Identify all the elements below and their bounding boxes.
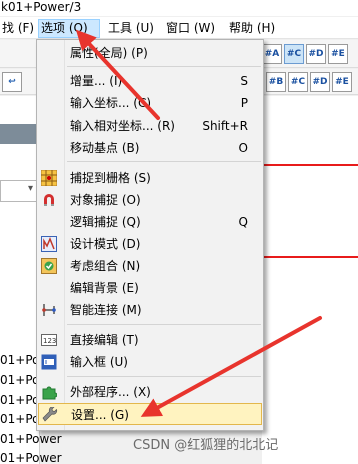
arrow-to-settings	[140, 316, 322, 417]
arrow-to-options-menu	[75, 29, 160, 120]
annotation-arrows	[75, 29, 322, 417]
watermark-text: CSDN @红狐狸的北北记	[133, 438, 279, 453]
